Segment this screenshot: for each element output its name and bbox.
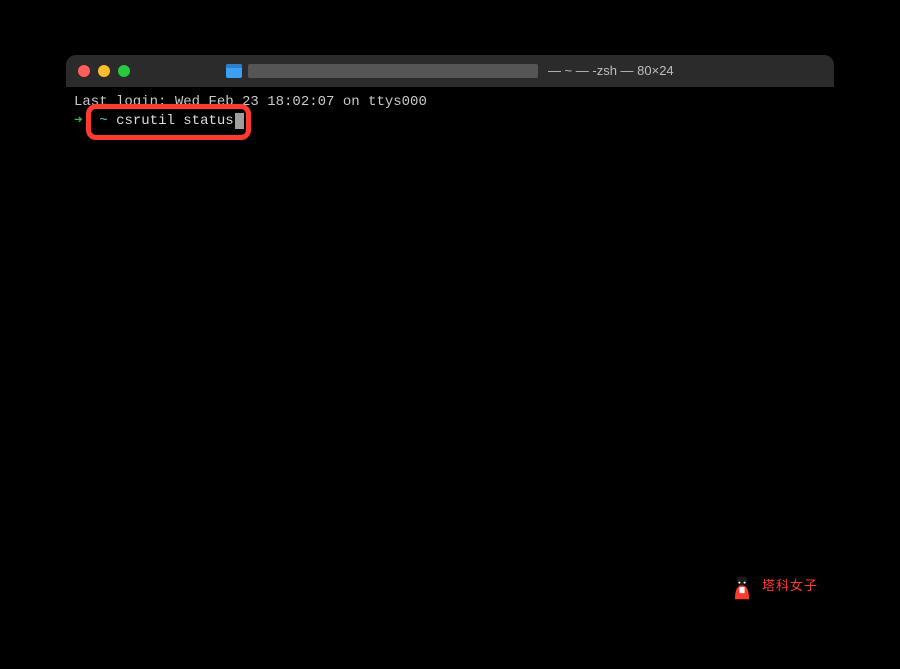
- watermark-text: 塔科女子: [762, 577, 818, 595]
- prompt-line: ➜ ~ csrutil status: [74, 112, 826, 132]
- window-title-suffix: — ~ — -zsh — 80×24: [544, 63, 673, 78]
- prompt-arrow: ➜: [74, 113, 82, 129]
- title-content: — ~ — -zsh — 80×24: [66, 63, 834, 78]
- cursor: [235, 113, 244, 129]
- redacted-path: [248, 64, 538, 78]
- terminal-body[interactable]: Last login: Wed Feb 23 18:02:07 on ttys0…: [66, 87, 834, 615]
- watermark-icon: [728, 573, 756, 601]
- terminal-window: — ~ — -zsh — 80×24 Last login: Wed Feb 2…: [66, 55, 834, 615]
- maximize-button[interactable]: [118, 65, 130, 77]
- close-button[interactable]: [78, 65, 90, 77]
- prompt-tilde: ~: [99, 113, 107, 129]
- watermark: 塔科女子: [728, 573, 818, 601]
- last-login-line: Last login: Wed Feb 23 18:02:07 on ttys0…: [74, 93, 826, 113]
- traffic-lights: [78, 65, 130, 77]
- minimize-button[interactable]: [98, 65, 110, 77]
- title-bar[interactable]: — ~ — -zsh — 80×24: [66, 55, 834, 87]
- folder-icon: [226, 64, 242, 78]
- command-text[interactable]: csrutil status: [116, 113, 234, 129]
